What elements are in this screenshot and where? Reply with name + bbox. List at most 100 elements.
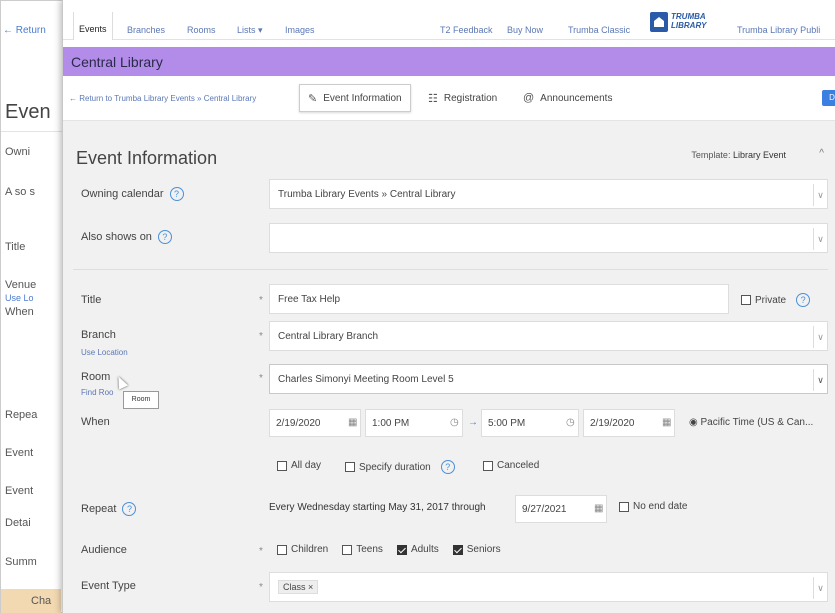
bg-return-link[interactable]: ← Return (3, 25, 46, 36)
checkbox-label: Specify duration (359, 461, 431, 473)
logo-text: TRUMBA LIBRARY (671, 12, 706, 30)
required-mark: * (259, 582, 263, 593)
tab-label: Announcements (540, 92, 613, 104)
owning-calendar-select[interactable]: Trumba Library Events » Central Library … (269, 179, 828, 209)
bg-label: When (5, 306, 34, 318)
required-mark: * (259, 295, 263, 306)
find-room-link[interactable]: Find Roo (81, 388, 113, 397)
bg-label: Venue (5, 279, 37, 291)
tab-announcements[interactable]: @ Announcements (515, 84, 620, 112)
logo-line-1: TRUMBA (671, 12, 706, 21)
chevron-down-icon: ∨ (813, 577, 827, 599)
audience-adults-checkbox[interactable]: Adults (396, 544, 439, 555)
field-value: 2/19/2020 (276, 417, 321, 429)
timezone-select[interactable]: ◉ Pacific Time (US & Can... (689, 417, 813, 428)
arrow-right-icon: → (468, 417, 478, 428)
chevron-down-icon: ∨ (813, 228, 827, 250)
repeat-end-date-input[interactable]: 9/27/2021 ▦ (515, 495, 607, 523)
section-title: Event Information (76, 148, 218, 168)
branch-label: Branch (81, 329, 116, 341)
field-value: Trumba Library Events » Central Library (278, 188, 456, 200)
audience-children-checkbox[interactable]: Children (277, 544, 328, 555)
help-icon[interactable]: ? (796, 293, 811, 307)
save-button[interactable]: D (822, 90, 835, 106)
collapse-chevron-icon[interactable]: ^ (819, 148, 824, 159)
event-type-select[interactable]: Class × ∨ (269, 572, 828, 602)
checkbox-label: Seniors (466, 544, 501, 555)
repeat-summary[interactable]: Every Wednesday starting May 31, 2017 th… (269, 502, 486, 513)
canceled-checkbox[interactable]: Canceled (483, 460, 539, 471)
nav-buy-now[interactable]: Buy Now (507, 25, 543, 35)
breadcrumb[interactable]: ← Return to Trumba Library Events » Cent… (69, 94, 256, 103)
start-date-input[interactable]: 2/19/2020 ▦ (269, 409, 361, 437)
nav-trumba-classic[interactable]: Trumba Classic (568, 25, 630, 35)
timezone-value: Pacific Time (US & Can... (700, 417, 814, 428)
label-text: Owning calendar (81, 187, 164, 200)
field-value: 2/19/2020 (590, 417, 635, 429)
label-text: Also shows on (81, 230, 152, 243)
calendar-header: Central Library (63, 47, 835, 76)
clock-icon[interactable]: ◷ (450, 417, 459, 428)
nav-rooms[interactable]: Rooms (187, 25, 216, 35)
event-type-label: Event Type (81, 580, 136, 592)
nav-t2-feedback[interactable]: T2 Feedback (440, 25, 493, 35)
bg-label: Summ (5, 556, 37, 568)
nav-trumba-library-public[interactable]: Trumba Library Publi (737, 25, 820, 35)
audience-teens-checkbox[interactable]: Teens (342, 544, 383, 555)
trumba-library-logo[interactable]: TRUMBA LIBRARY (650, 12, 716, 34)
logo-line-2: LIBRARY (671, 21, 707, 30)
branch-select[interactable]: Central Library Branch ∨ (269, 321, 828, 351)
bg-label: A so s (5, 186, 35, 198)
nav-images[interactable]: Images (285, 25, 315, 35)
bg-footer-button[interactable]: Cha (1, 589, 61, 613)
help-icon[interactable]: ? (122, 502, 137, 516)
room-select[interactable]: Charles Simonyi Meeting Room Level 5 ∨ (269, 364, 828, 394)
no-end-date-checkbox[interactable]: No end date (619, 501, 688, 512)
end-time-input[interactable]: 5:00 PM ◷ (481, 409, 579, 437)
event-type-tag[interactable]: Class × (278, 580, 319, 594)
end-date-input[interactable]: 2/19/2020 ▦ (583, 409, 675, 437)
chevron-down-icon: ∨ (813, 326, 827, 348)
at-icon: @ (523, 92, 535, 104)
chevron-down-icon: ∨ (813, 184, 827, 206)
checkbox-label: Adults (410, 544, 439, 555)
help-icon[interactable]: ? (440, 460, 455, 474)
chevron-down-icon: ∨ (813, 369, 827, 391)
event-editor-window: Events Branches Rooms Lists ▾ Images T2 … (62, 0, 835, 613)
tab-registration[interactable]: ☷ Registration (420, 84, 505, 112)
bg-use-location-link[interactable]: Use Lo (5, 293, 34, 303)
bg-label: Repea (5, 409, 38, 421)
bg-label: Title (5, 241, 26, 253)
clock-icon[interactable]: ◷ (566, 417, 575, 428)
top-navigation: Events Branches Rooms Lists ▾ Images T2 … (63, 0, 835, 40)
nav-lists[interactable]: Lists ▾ (237, 25, 263, 36)
also-shows-on-label: Also shows on? (81, 230, 172, 244)
tab-label: Registration (443, 92, 498, 104)
all-day-checkbox[interactable]: All day (277, 460, 321, 471)
event-information-panel: Event Information Template: Library Even… (63, 121, 835, 613)
checkbox-label: No end date (633, 501, 688, 512)
label-text: Repeat (81, 502, 117, 515)
private-checkbox[interactable]: Private ? (741, 293, 811, 307)
title-label: Title (81, 294, 102, 306)
calendar-icon[interactable]: ▦ (662, 417, 671, 428)
start-time-input[interactable]: 1:00 PM ◷ (365, 409, 463, 437)
title-input[interactable]: Free Tax Help (269, 284, 729, 314)
nav-branches[interactable]: Branches (127, 25, 165, 35)
calendar-icon[interactable]: ▦ (594, 503, 603, 514)
help-icon[interactable]: ? (157, 230, 172, 244)
tab-event-information[interactable]: ✎ Event Information (299, 84, 411, 112)
nav-events[interactable]: Events (79, 24, 107, 34)
checkbox-label: Private (755, 294, 787, 306)
audience-seniors-checkbox[interactable]: Seniors (452, 544, 501, 555)
checkbox-box (342, 544, 353, 555)
field-value: Central Library Branch (278, 330, 379, 342)
specify-duration-checkbox[interactable]: Specify duration ? (345, 460, 455, 474)
calendar-icon[interactable]: ▦ (348, 417, 357, 428)
help-icon[interactable]: ? (169, 187, 184, 201)
use-location-link[interactable]: Use Location (81, 348, 128, 357)
also-shows-on-select[interactable]: ∨ (269, 223, 828, 253)
bg-divider (1, 131, 63, 132)
repeat-label: Repeat? (81, 502, 137, 516)
room-tooltip: Room (123, 391, 159, 409)
